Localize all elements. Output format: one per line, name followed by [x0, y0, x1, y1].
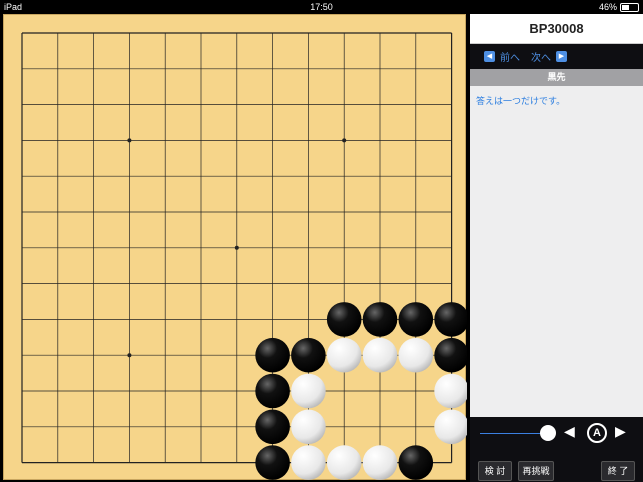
black-stone	[255, 337, 290, 373]
black-stone	[291, 337, 326, 373]
white-stone	[398, 337, 434, 373]
white-stone	[434, 409, 467, 445]
battery-percent: 46%	[598, 2, 617, 12]
review-button[interactable]: 検 討	[478, 461, 512, 481]
star-point	[127, 353, 132, 358]
board-grid[interactable]	[4, 15, 467, 481]
black-stone	[398, 302, 434, 337]
black-stone	[398, 445, 434, 480]
black-stone	[434, 337, 467, 373]
next-button[interactable]: 次へ	[531, 49, 551, 64]
black-stone	[326, 302, 362, 337]
step-back-icon[interactable]: ◀	[564, 423, 575, 440]
white-stone	[362, 337, 398, 373]
white-stone	[291, 373, 326, 409]
nav-bar: ◀ 前へ 次へ ▶	[470, 44, 643, 69]
battery-icon	[620, 2, 639, 12]
white-stone	[326, 445, 362, 480]
step-forward-icon[interactable]: ▶	[615, 423, 626, 440]
next-arrow-icon[interactable]: ▶	[556, 51, 567, 62]
end-button[interactable]: 終 了	[601, 461, 635, 481]
battery-status: 46%	[599, 2, 639, 12]
clock: 17:50	[310, 2, 333, 12]
status-bar: iPad 17:50 46%	[0, 0, 643, 14]
black-stone	[362, 302, 398, 337]
star-point	[342, 138, 347, 143]
white-stone	[362, 445, 398, 480]
white-stone	[326, 337, 362, 373]
prev-arrow-icon[interactable]: ◀	[484, 51, 495, 62]
star-point	[127, 138, 132, 143]
answer-a-icon[interactable]: A	[587, 423, 607, 443]
hint-text: 答えは一つだけです。	[476, 96, 566, 106]
side-panel: BP30008 ◀ 前へ 次へ ▶ 黒先 答えは一つだけです。 ◀ A ▶ 検 …	[470, 14, 643, 482]
bottom-controls: ◀ A ▶ 検 討 再挑戦 終 了	[470, 417, 643, 482]
retry-button[interactable]: 再挑戦	[518, 461, 554, 481]
white-stone	[434, 373, 467, 409]
slider-thumb[interactable]	[540, 425, 556, 441]
prev-button[interactable]: 前へ	[500, 49, 520, 64]
go-board[interactable]	[3, 14, 467, 481]
turn-indicator: 黒先	[470, 69, 643, 86]
black-stone	[255, 409, 290, 445]
black-stone	[434, 302, 467, 337]
black-stone	[255, 445, 290, 480]
problem-title: BP30008	[470, 14, 643, 44]
black-stone	[255, 373, 290, 409]
white-stone	[291, 409, 326, 445]
white-stone	[291, 445, 326, 480]
star-point	[234, 245, 239, 250]
